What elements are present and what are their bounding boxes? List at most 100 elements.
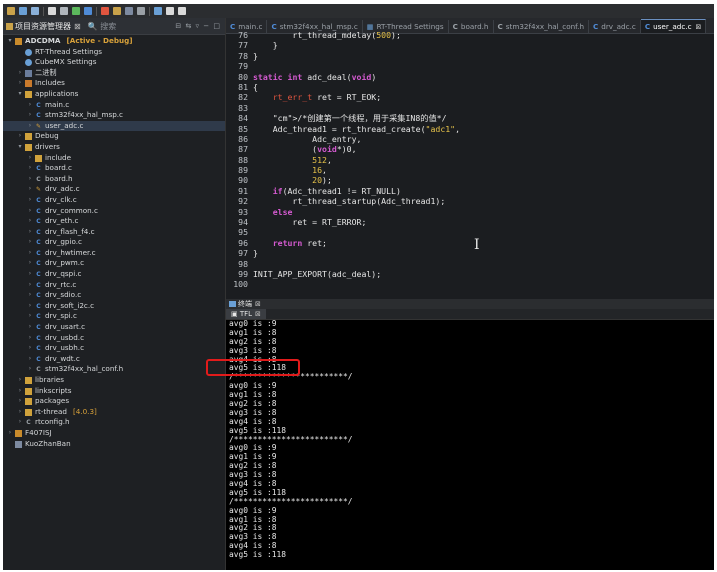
tree-item[interactable]: › Cdrv_hwtimer.c xyxy=(3,248,225,259)
tree-item[interactable]: › Cdrv_clk.c xyxy=(3,195,225,206)
chevron-right-icon[interactable]: › xyxy=(27,354,33,365)
sdk-manager-icon[interactable] xyxy=(154,7,162,15)
save-icon[interactable] xyxy=(19,7,27,15)
tree-item[interactable]: › Cboard.c xyxy=(3,163,225,174)
tree-item[interactable]: ▾ applications xyxy=(3,89,225,100)
view-controls[interactable]: ⊟ ⇆ ▿ − □ xyxy=(175,22,225,30)
chevron-down-icon[interactable]: ▾ xyxy=(17,142,23,153)
chevron-right-icon[interactable]: › xyxy=(17,68,23,79)
chevron-right-icon[interactable]: › xyxy=(27,258,33,269)
settings-icon[interactable] xyxy=(113,7,121,15)
chevron-right-icon[interactable]: › xyxy=(27,153,33,164)
chevron-right-icon[interactable]: › xyxy=(17,375,23,386)
back-arrow-icon[interactable] xyxy=(166,7,174,15)
debug-icon[interactable] xyxy=(84,7,92,15)
tree-item[interactable]: › Cmain.c xyxy=(3,100,225,111)
tree-item[interactable]: KuoZhanBan xyxy=(3,439,225,450)
tree-item[interactable]: › rt-thread [4.0.3] xyxy=(3,407,225,418)
chevron-right-icon[interactable]: › xyxy=(27,121,33,132)
chevron-right-icon[interactable]: › xyxy=(17,131,23,142)
tree-item[interactable]: › Debug xyxy=(3,131,225,142)
tree-item[interactable]: › Cboard.h xyxy=(3,174,225,185)
clean-icon[interactable] xyxy=(60,7,68,15)
tree-item[interactable]: › Cdrv_spi.c xyxy=(3,311,225,322)
chevron-right-icon[interactable]: › xyxy=(27,343,33,354)
tree-item[interactable]: RT-Thread Settings xyxy=(3,47,225,58)
search-box[interactable]: 🔍 搜索 xyxy=(88,21,117,32)
search-icon[interactable] xyxy=(125,7,133,15)
terminal-icon[interactable] xyxy=(137,7,145,15)
tree-item[interactable]: › Includes xyxy=(3,78,225,89)
new-file-icon[interactable] xyxy=(7,7,15,15)
tree-item-label: 二进制 xyxy=(35,67,57,77)
chevron-right-icon[interactable]: › xyxy=(27,364,33,375)
tree-item[interactable]: › 二进制 xyxy=(3,68,225,79)
tree-item[interactable]: › libraries xyxy=(3,375,225,386)
tree-item[interactable]: › Crtconfig.h xyxy=(3,417,225,428)
chevron-right-icon[interactable]: › xyxy=(27,322,33,333)
chevron-right-icon[interactable]: › xyxy=(27,333,33,344)
terminal-output[interactable]: avg0 is :9 avg1 is :8 avg2 is :8 avg3 is :8… xyxy=(229,319,353,560)
forward-arrow-icon[interactable] xyxy=(178,7,186,15)
code-text: "cm">/*创建第一个线程，用于采集IN8的值*/ xyxy=(272,113,447,124)
tree-item[interactable]: › Cdrv_pwm.c xyxy=(3,258,225,269)
chevron-right-icon[interactable]: › xyxy=(27,227,33,238)
tree-item[interactable]: ▾ ADCDMA [Active - Debug] xyxy=(3,36,225,47)
tree-item[interactable]: › Cdrv_eth.c xyxy=(3,216,225,227)
terminal-tab[interactable]: ▣ TFL ⊠ xyxy=(226,309,266,319)
tree-item[interactable]: › Cdrv_rtc.c xyxy=(3,280,225,291)
close-icon[interactable]: ⊠ xyxy=(74,22,81,31)
tree-item[interactable]: › ✎ user_adc.c xyxy=(3,120,225,132)
chevron-right-icon[interactable]: › xyxy=(27,184,33,195)
chevron-right-icon[interactable]: › xyxy=(27,163,33,174)
tree-item[interactable]: › Cdrv_usart.c xyxy=(3,322,225,333)
tree-item[interactable]: › Cdrv_qspi.c xyxy=(3,269,225,280)
tree-item[interactable]: › include xyxy=(3,153,225,164)
tree-item[interactable]: › Cdrv_soft_i2c.c xyxy=(3,301,225,312)
chevron-right-icon[interactable]: › xyxy=(27,269,33,280)
chevron-right-icon[interactable]: › xyxy=(7,428,13,439)
chevron-right-icon[interactable]: › xyxy=(27,237,33,248)
tree-item[interactable]: › Cdrv_usbd.c xyxy=(3,333,225,344)
chevron-right-icon[interactable]: › xyxy=(27,206,33,217)
stop-icon[interactable] xyxy=(101,7,109,15)
download-icon[interactable] xyxy=(72,7,80,15)
chevron-right-icon[interactable]: › xyxy=(27,174,33,185)
chevron-right-icon[interactable]: › xyxy=(17,386,23,397)
tree-item[interactable]: › Cstm32f4xx_hal_msp.c xyxy=(3,110,225,121)
tree-item[interactable]: › linkscripts xyxy=(3,386,225,397)
tree-item[interactable]: › F407ISJ xyxy=(3,428,225,439)
tree-item[interactable]: › packages xyxy=(3,396,225,407)
chevron-right-icon[interactable]: › xyxy=(27,290,33,301)
tree-item[interactable]: CubeMX Settings xyxy=(3,57,225,68)
chevron-down-icon[interactable]: ▾ xyxy=(7,36,13,47)
chevron-right-icon[interactable]: › xyxy=(27,110,33,121)
close-icon[interactable]: ⊠ xyxy=(255,310,261,318)
chevron-right-icon[interactable]: › xyxy=(17,396,23,407)
chevron-right-icon[interactable]: › xyxy=(27,195,33,206)
save-all-icon[interactable] xyxy=(31,7,39,15)
tree-item[interactable]: › Cdrv_sdio.c xyxy=(3,290,225,301)
chevron-right-icon[interactable]: › xyxy=(17,407,23,418)
chevron-right-icon[interactable]: › xyxy=(17,78,23,89)
tree-item[interactable]: › Cdrv_flash_f4.c xyxy=(3,227,225,238)
tree-item[interactable]: › Cdrv_usbh.c xyxy=(3,343,225,354)
chevron-right-icon[interactable]: › xyxy=(27,100,33,111)
close-icon[interactable]: ⊠ xyxy=(255,300,261,308)
chevron-right-icon[interactable]: › xyxy=(17,417,23,428)
code-area[interactable]: 76 rt_thread_mdelay(500); 77 } 78} 79 80 stat… xyxy=(226,30,714,299)
tree-item[interactable]: › ✎ drv_adc.c xyxy=(3,184,225,195)
tree-item[interactable]: › Cdrv_common.c xyxy=(3,206,225,217)
chevron-right-icon[interactable]: › xyxy=(27,248,33,259)
chevron-right-icon[interactable]: › xyxy=(27,301,33,312)
chevron-right-icon[interactable]: › xyxy=(27,280,33,291)
tree-item[interactable]: › Cstm32f4xx_hal_conf.h xyxy=(3,364,225,375)
project-explorer-tab[interactable]: 项目资源管理器 ⊠ xyxy=(3,18,84,34)
tree-item[interactable]: ▾ drivers xyxy=(3,142,225,153)
tree-item[interactable]: › Cdrv_wdt.c xyxy=(3,354,225,365)
chevron-down-icon[interactable]: ▾ xyxy=(17,89,23,100)
build-icon[interactable] xyxy=(48,7,56,15)
chevron-right-icon[interactable]: › xyxy=(27,311,33,322)
chevron-right-icon[interactable]: › xyxy=(27,216,33,227)
tree-item[interactable]: › Cdrv_gpio.c xyxy=(3,237,225,248)
